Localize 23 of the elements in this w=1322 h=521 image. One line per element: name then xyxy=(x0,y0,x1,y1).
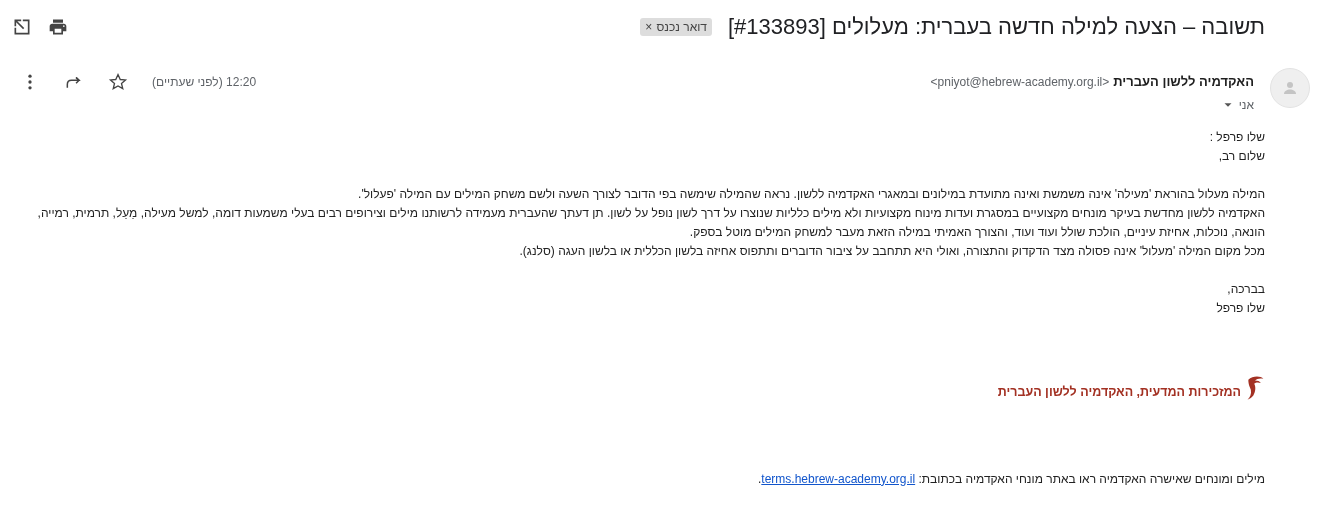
academy-logo-icon xyxy=(1245,373,1265,402)
subject-title: תשובה – הצעה למילה חדשה בעברית: מעלולים [#133893] xyxy=(727,16,1265,38)
body-text-line: הונאה, נוכלות, אחיזת עיניים, הולכת שולל ועוד ועוד, והצורך האמיתי במילה הזאת מעבר למשחק המילים מוטל בספק. xyxy=(688,223,1265,241)
closing-line: בברכה, xyxy=(1226,280,1265,298)
closing-line: שלו פרפל xyxy=(1215,299,1265,317)
timestamp: 12:20 (לפני שעתיים) xyxy=(152,74,257,91)
body-text-line: המילה מעלול בהוראת 'מעילה' אינה משמשת ואינה מתועדת במילונים ובמאגרי האקדמיה ללשון. נראה שהמילה שימשה בפי הדובר לצורך השעה ולשם משחק המילים עם המילה 'פעלול'. xyxy=(357,185,1265,203)
print-icon[interactable] xyxy=(48,17,68,37)
recipient-name: אני xyxy=(1238,96,1254,114)
open-in-new-window-icon[interactable] xyxy=(12,17,32,37)
body-text-line: מכל מקום המילה 'מעלול' אינה פסולה מצד הדקדוק והתצורה, ואולי היא תתחבב על ציבור הדוברים ותתפוס אחיזה בלשון הכללית או בלשון העגה (סלנג). xyxy=(518,242,1265,260)
signature-text: המזכירות המדעית, האקדמיה ללשון העברית xyxy=(997,383,1241,401)
label-text: דואר נכנס xyxy=(656,20,707,34)
remove-label-button[interactable]: × xyxy=(645,20,653,34)
recipient-dropdown[interactable]: אני xyxy=(930,95,1254,114)
sender-name: האקדמיה ללשון העברית xyxy=(1113,73,1254,91)
body-text-line: האקדמיה ללשון מחדשת בעיקר מונחים מקצועיים במסגרת ועדות מינוח מקצועיות ולא מילים כלליות שנוצרו על דרך לשון נופל על לשון. תן דעתך שהעברית מעמידה לרשותנו מילים וצירופים רבים בעלי משמעות דומה, למשל מעילה, מַעַל, תרמית, רמייה, xyxy=(36,204,1265,222)
star-icon[interactable] xyxy=(108,72,128,92)
person-icon xyxy=(1281,79,1299,97)
greeting-line: שלו פרפל : xyxy=(1208,128,1265,146)
sender-email: <pniyot@hebrew-academy.org.il> xyxy=(930,74,1110,91)
greeting-line: שלום רב, xyxy=(1217,147,1265,165)
website-link[interactable]: terms.hebrew-academy.org.il xyxy=(761,471,916,486)
